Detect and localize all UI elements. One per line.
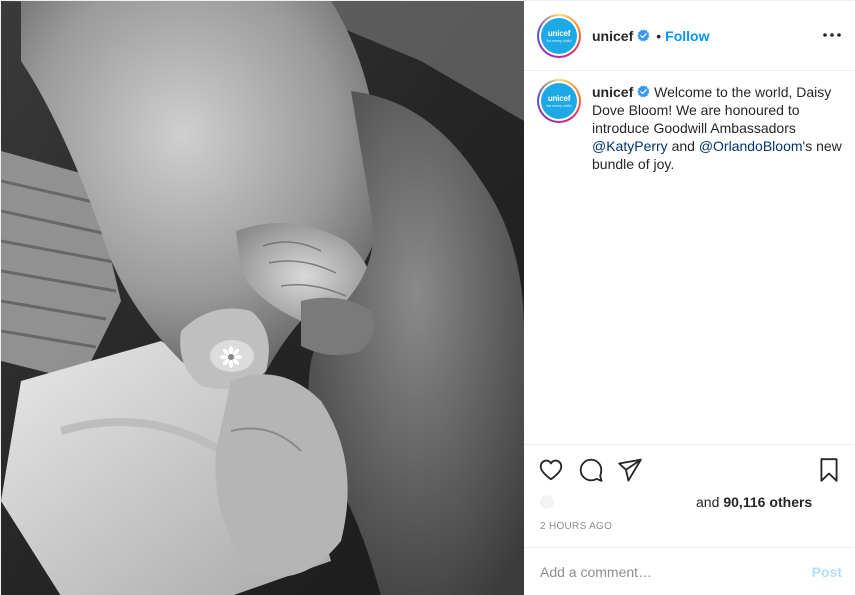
caption-avatar-logo-subtext: for every child xyxy=(546,103,572,108)
verified-badge-icon xyxy=(637,29,650,42)
comment-box: Post xyxy=(524,547,855,595)
comment-input[interactable] xyxy=(540,564,812,580)
follow-button[interactable]: Follow xyxy=(665,28,709,44)
caption-avatar: unicef for every child xyxy=(541,83,577,119)
post-caption: unicef for every child unicef Welcome to… xyxy=(537,79,842,173)
author-avatar: unicef for every child xyxy=(541,17,577,54)
more-options-icon[interactable] xyxy=(822,25,842,45)
header-separator: • xyxy=(656,27,662,44)
caption-username-link[interactable]: unicef xyxy=(592,84,633,100)
photo-image xyxy=(1,1,524,595)
caption-body-2: and xyxy=(667,138,699,154)
mention-katyperry-link[interactable]: @KatyPerry xyxy=(592,138,668,154)
author-username-link[interactable]: unicef xyxy=(592,28,633,44)
avatar-logo-text: unicef xyxy=(547,28,571,38)
share-icon[interactable] xyxy=(617,457,643,483)
mention-orlandobloom-link[interactable]: @OrlandoBloom xyxy=(699,138,803,154)
caption-text: unicef Welcome to the world, Daisy Dove … xyxy=(592,83,842,173)
liker-avatars xyxy=(540,491,690,513)
post-comment-button[interactable]: Post xyxy=(812,564,842,580)
likes-prefix: and xyxy=(696,494,720,510)
post-photo[interactable] xyxy=(1,1,524,595)
action-bar xyxy=(524,444,855,494)
likes-count: 90,116 xyxy=(723,494,766,510)
caption-avatar-logo-text: unicef xyxy=(547,94,571,103)
instagram-post: unicef for every child unicef • Follow u… xyxy=(0,0,855,595)
caption-verified-badge-icon xyxy=(637,85,650,98)
post-sidebar: unicef for every child unicef • Follow u… xyxy=(524,1,855,595)
liker-avatar xyxy=(540,495,554,509)
avatar-logo-subtext: for every child xyxy=(546,37,572,43)
caption-avatar-story-ring[interactable]: unicef for every child xyxy=(537,79,581,123)
likes-suffix: others xyxy=(769,494,813,510)
heart-icon[interactable] xyxy=(538,457,564,483)
post-timestamp[interactable]: 2 HOURS AGO xyxy=(540,521,612,532)
bookmark-icon[interactable] xyxy=(816,457,842,483)
post-header: unicef for every child unicef • Follow xyxy=(524,1,855,71)
comment-icon[interactable] xyxy=(578,457,604,483)
author-avatar-story-ring[interactable]: unicef for every child xyxy=(537,13,581,58)
likes-summary[interactable]: and 90,116 others xyxy=(540,490,812,514)
